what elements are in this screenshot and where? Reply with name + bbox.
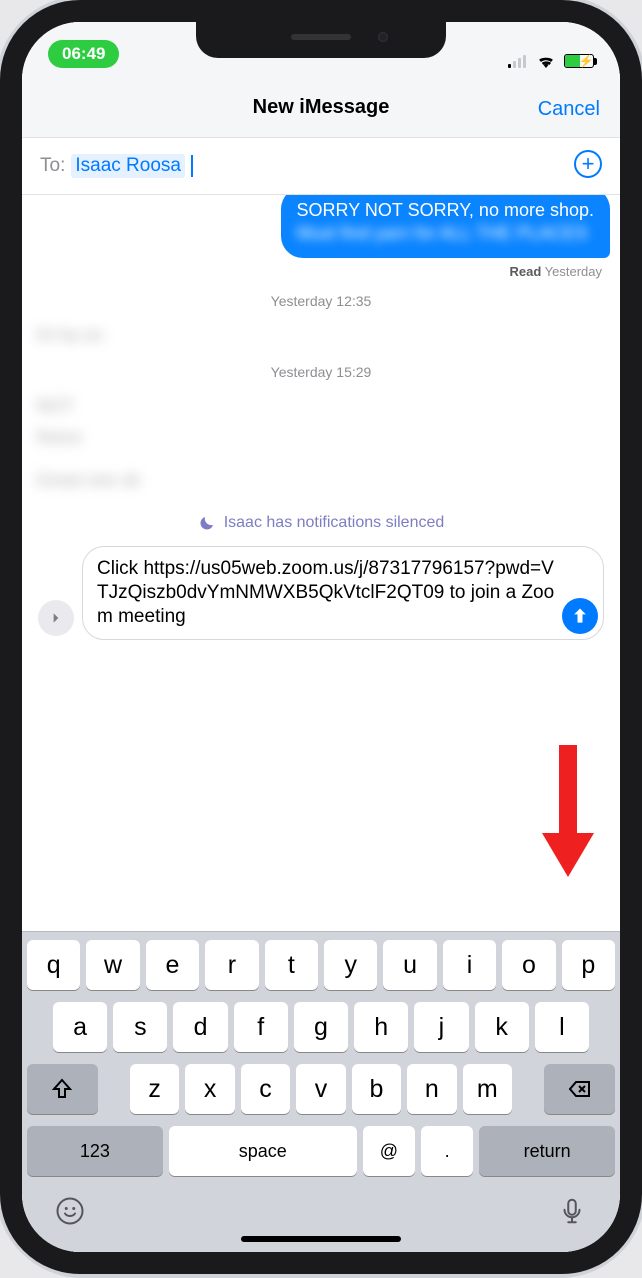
key-t[interactable]: t <box>265 940 318 990</box>
key-w[interactable]: w <box>86 940 139 990</box>
timestamp-separator: Yesterday 15:29 <box>32 364 610 380</box>
period-key[interactable]: . <box>421 1126 473 1176</box>
at-key[interactable]: @ <box>363 1126 415 1176</box>
keyboard-row-1: qwertyuiop <box>27 940 615 990</box>
message-input[interactable]: Click https://us05web.zoom.us/j/87317796… <box>82 546 604 641</box>
notifications-silenced-banner: Isaac has notifications silenced <box>32 514 610 532</box>
shift-icon <box>50 1077 74 1101</box>
incoming-blurred: NOT <box>36 394 74 419</box>
key-r[interactable]: r <box>205 940 258 990</box>
key-j[interactable]: j <box>414 1002 468 1052</box>
return-key[interactable]: return <box>479 1126 615 1176</box>
timestamp-separator: Yesterday 12:35 <box>32 293 610 309</box>
key-y[interactable]: y <box>324 940 377 990</box>
key-o[interactable]: o <box>502 940 555 990</box>
compose-text: Click https://us05web.zoom.us/j/87317796… <box>97 558 554 628</box>
battery-icon: ⚡ <box>564 54 594 68</box>
notch <box>196 22 446 58</box>
keyboard: qwertyuiop asdfghjkl zxcvbnm 123 space @… <box>22 931 620 1252</box>
wifi-icon <box>536 53 556 68</box>
key-f[interactable]: f <box>234 1002 288 1052</box>
incoming-blurred: Great one ok <box>36 468 140 493</box>
cancel-button[interactable]: Cancel <box>538 98 600 121</box>
status-time-pill[interactable]: 06:49 <box>48 40 119 68</box>
key-v[interactable]: v <box>296 1064 345 1114</box>
to-field[interactable]: To: Isaac Roosa + <box>22 138 620 195</box>
nav-header: New iMessage Cancel <box>22 70 620 138</box>
key-b[interactable]: b <box>352 1064 401 1114</box>
key-z[interactable]: z <box>130 1064 179 1114</box>
key-c[interactable]: c <box>241 1064 290 1114</box>
backspace-icon <box>568 1077 592 1101</box>
incoming-blurred: Hi ha no <box>36 323 103 348</box>
cell-signal-icon <box>508 54 528 68</box>
keyboard-row-3: zxcvbnm <box>27 1064 615 1114</box>
bubble-text: SORRY NOT SORRY, no more shop. <box>297 199 594 222</box>
key-i[interactable]: i <box>443 940 496 990</box>
keyboard-row-4: 123 space @ . return <box>27 1126 615 1176</box>
add-recipient-button[interactable]: + <box>574 150 602 178</box>
key-a[interactable]: a <box>53 1002 107 1052</box>
recipient-chip[interactable]: Isaac Roosa <box>71 154 185 178</box>
to-label: To: <box>40 155 65 177</box>
key-e[interactable]: e <box>146 940 199 990</box>
outgoing-bubble[interactable]: SORRY NOT SORRY, no more shop. Must find… <box>281 195 610 258</box>
keyboard-row-2: asdfghjkl <box>27 1002 615 1052</box>
key-q[interactable]: q <box>27 940 80 990</box>
key-m[interactable]: m <box>463 1064 512 1114</box>
space-key[interactable]: space <box>169 1126 357 1176</box>
incoming-blurred: Noice <box>36 425 82 450</box>
key-u[interactable]: u <box>383 940 436 990</box>
moon-icon <box>198 514 216 532</box>
key-l[interactable]: l <box>535 1002 589 1052</box>
backspace-key[interactable] <box>544 1064 615 1114</box>
key-s[interactable]: s <box>113 1002 167 1052</box>
key-p[interactable]: p <box>562 940 615 990</box>
numbers-key[interactable]: 123 <box>27 1126 163 1176</box>
send-button[interactable] <box>562 598 598 634</box>
message-transcript[interactable]: SORRY NOT SORRY, no more shop. Must find… <box>22 195 620 931</box>
annotation-arrow <box>542 745 594 885</box>
dictation-key[interactable] <box>557 1196 587 1226</box>
chevron-right-icon <box>49 611 63 625</box>
key-n[interactable]: n <box>407 1064 456 1114</box>
status-time: 06:49 <box>62 44 105 64</box>
text-cursor <box>191 155 193 177</box>
shift-key[interactable] <box>27 1064 98 1114</box>
read-receipt: Read Yesterday <box>509 264 602 279</box>
emoji-key[interactable] <box>55 1196 85 1226</box>
bubble-text-blurred: Must find yarn for ALL THE PLACES <box>297 222 594 245</box>
key-d[interactable]: d <box>173 1002 227 1052</box>
key-x[interactable]: x <box>185 1064 234 1114</box>
key-g[interactable]: g <box>294 1002 348 1052</box>
arrow-up-icon <box>570 606 590 626</box>
key-h[interactable]: h <box>354 1002 408 1052</box>
apps-expand-button[interactable] <box>38 600 74 636</box>
phone-frame: 06:49 ⚡ New iMessage Cancel To: Isaac Ro… <box>0 0 642 1274</box>
page-title: New iMessage <box>253 96 390 119</box>
key-k[interactable]: k <box>475 1002 529 1052</box>
compose-area: Click https://us05web.zoom.us/j/87317796… <box>32 546 610 649</box>
home-indicator <box>241 1236 401 1242</box>
